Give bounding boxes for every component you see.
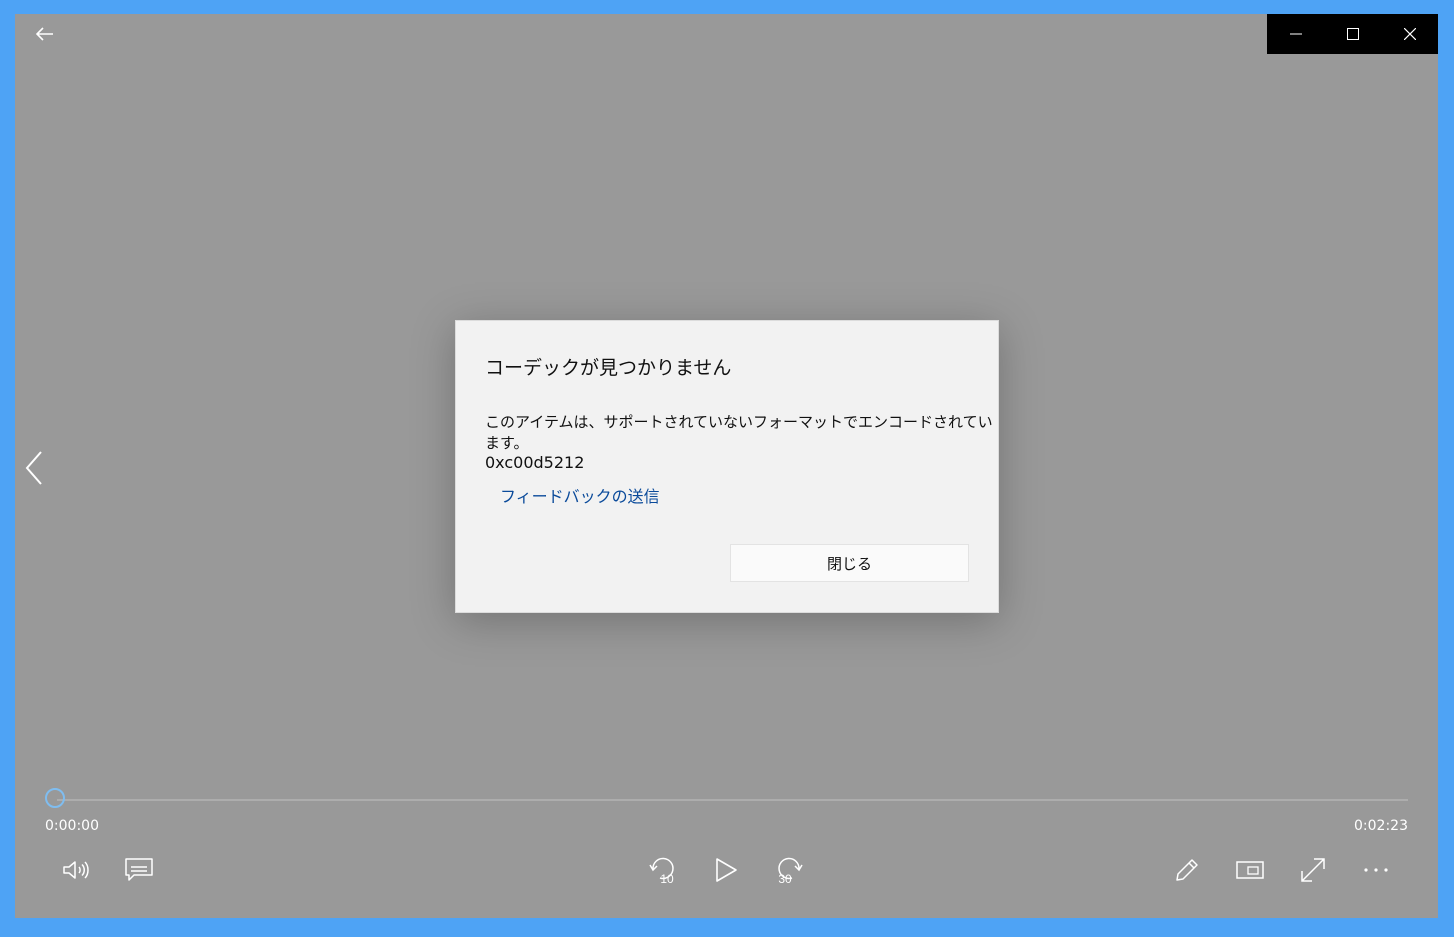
play-icon [716, 858, 737, 882]
back-arrow-icon [36, 27, 53, 41]
skip-back-icon: 10 [649, 857, 674, 885]
feedback-link[interactable]: フィードバックの送信 [500, 483, 660, 507]
volume-icon [63, 861, 89, 879]
caption-bar [1267, 14, 1438, 54]
fullscreen-button[interactable] [1291, 852, 1335, 888]
maximize-icon [1346, 28, 1359, 40]
play-button[interactable] [704, 852, 748, 888]
skip-forward-button[interactable]: 30 [767, 852, 811, 888]
codec-error-dialog: コーデックが見つかりません このアイテムは、サポートされていないフォーマットでエ… [455, 320, 999, 613]
mini-view-button[interactable] [1228, 852, 1272, 888]
edit-button[interactable] [1165, 852, 1209, 888]
chevron-left-icon[interactable] [23, 448, 47, 488]
more-icon [1364, 868, 1388, 872]
total-time: 0:02:23 [1354, 818, 1408, 834]
close-icon [1403, 28, 1416, 40]
subtitles-icon [125, 858, 153, 881]
skip-back-label: 10 [660, 872, 674, 885]
dialog-close-button[interactable]: 閉じる [730, 544, 969, 582]
seek-thumb[interactable] [45, 788, 65, 808]
skip-back-button[interactable]: 10 [641, 852, 685, 888]
pencil-icon [1176, 859, 1198, 881]
video-player-window: コーデックが見つかりません このアイテムは、サポートされていないフォーマットでエ… [15, 14, 1438, 918]
seek-bar[interactable] [57, 799, 1408, 801]
more-button[interactable] [1354, 852, 1398, 888]
dialog-title: コーデックが見つかりません [485, 357, 732, 379]
fullscreen-icon [1301, 858, 1325, 882]
minimize-button[interactable] [1267, 14, 1324, 54]
minimize-icon [1289, 33, 1302, 35]
error-code: 0xc00d5212 [485, 453, 585, 472]
skip-forward-icon: 30 [778, 857, 803, 885]
mini-view-icon [1236, 861, 1264, 879]
current-time: 0:00:00 [45, 818, 99, 834]
close-window-button[interactable] [1381, 14, 1438, 54]
maximize-button[interactable] [1324, 14, 1381, 54]
volume-button[interactable] [54, 852, 98, 888]
back-button[interactable] [31, 22, 59, 46]
subtitles-button[interactable] [117, 852, 161, 888]
dialog-message: このアイテムは、サポートされていないフォーマットでエンコードされています。 [485, 413, 993, 452]
skip-forward-label: 30 [778, 872, 792, 885]
